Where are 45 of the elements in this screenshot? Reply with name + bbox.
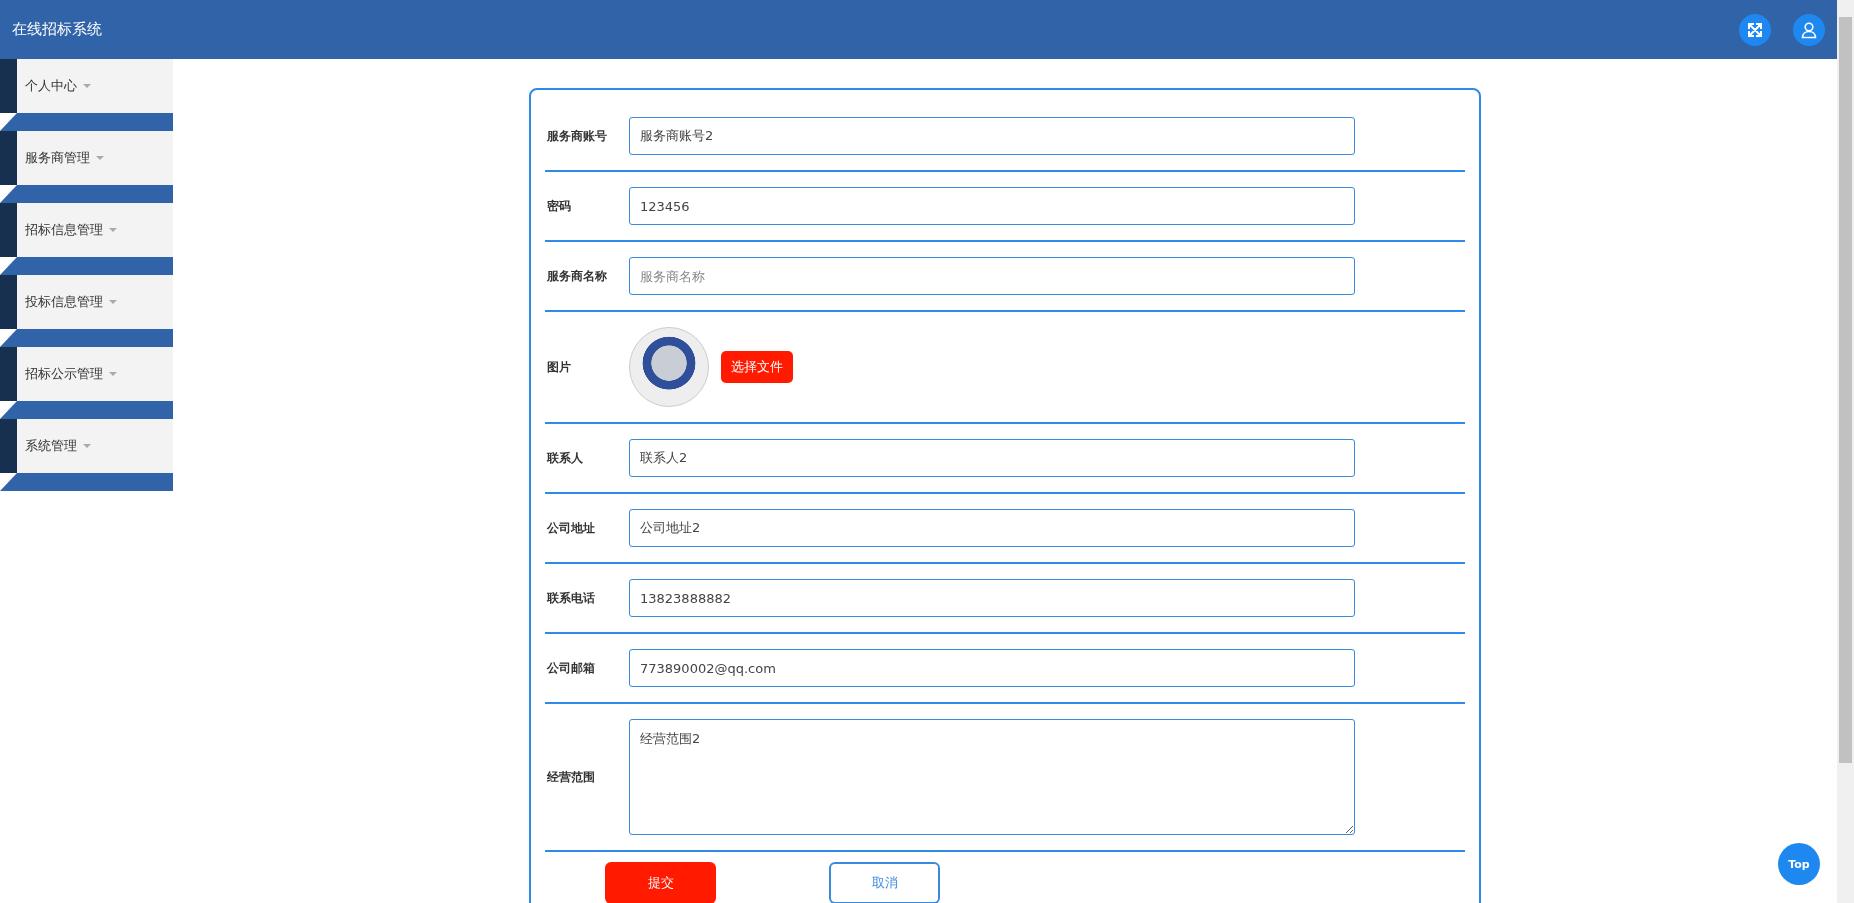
caret-icon	[96, 156, 104, 160]
text-field[interactable]: 13823888882	[629, 579, 1355, 617]
sidebar-menu-item[interactable]: 个人中心	[17, 59, 173, 113]
text-area[interactable]: 经营范围2	[629, 719, 1355, 835]
text-field[interactable]: 服务商名称	[629, 257, 1355, 295]
field-label: 联系电话	[545, 589, 596, 607]
user-button[interactable]	[1793, 13, 1825, 46]
field-label: 服务商名称	[546, 267, 608, 285]
fullscreen-button[interactable]	[1739, 13, 1771, 46]
text-field[interactable]: 联系人2	[629, 439, 1355, 477]
text-field[interactable]: 服务商账号2	[629, 117, 1355, 155]
field-label: 服务商账号	[546, 127, 608, 145]
caret-icon	[109, 228, 117, 232]
field-label: 公司邮箱	[546, 659, 596, 677]
caret-icon	[83, 84, 91, 88]
text-field[interactable]: 773890002@qq.com	[629, 649, 1355, 687]
back-to-top-button[interactable]: Top	[1778, 843, 1820, 885]
field-label: 图片	[546, 358, 572, 376]
sidebar-edge-bar	[0, 275, 17, 329]
app-title: 在线招标系统	[12, 20, 103, 39]
cancel-button[interactable]: 取消	[829, 862, 940, 903]
sidebar-menu-item[interactable]: 系统管理	[17, 419, 173, 473]
sidebar-menu-item[interactable]: 招标信息管理	[17, 203, 173, 257]
sidebar-edge-bar	[0, 131, 17, 185]
caret-icon	[109, 300, 117, 304]
sidebar-menu-item[interactable]: 投标信息管理	[17, 275, 173, 329]
sidebar-menu-item[interactable]: 招标公示管理	[17, 347, 173, 401]
field-label: 联系人	[545, 449, 584, 467]
caret-icon	[109, 372, 117, 376]
choose-file-button[interactable]: 选择文件	[721, 351, 793, 383]
expand-icon	[1747, 21, 1763, 38]
field-label: 经营范围	[546, 768, 596, 786]
sidebar-edge-bar	[0, 347, 17, 401]
user-icon	[1800, 20, 1818, 39]
field-label: 密码	[546, 197, 572, 215]
submit-button[interactable]: 提交	[605, 862, 716, 903]
sidebar-edge-bar	[0, 203, 17, 257]
sidebar-menu-item[interactable]: 服务商管理	[17, 131, 173, 185]
text-field[interactable]: 123456	[629, 187, 1355, 225]
text-field[interactable]: 公司地址2	[629, 509, 1355, 547]
field-label: 公司地址	[546, 519, 596, 537]
sidebar-edge-bar	[0, 419, 17, 473]
scrollbar[interactable]	[1837, 0, 1854, 903]
caret-icon	[83, 444, 91, 448]
sidebar-edge-bar	[0, 59, 17, 113]
